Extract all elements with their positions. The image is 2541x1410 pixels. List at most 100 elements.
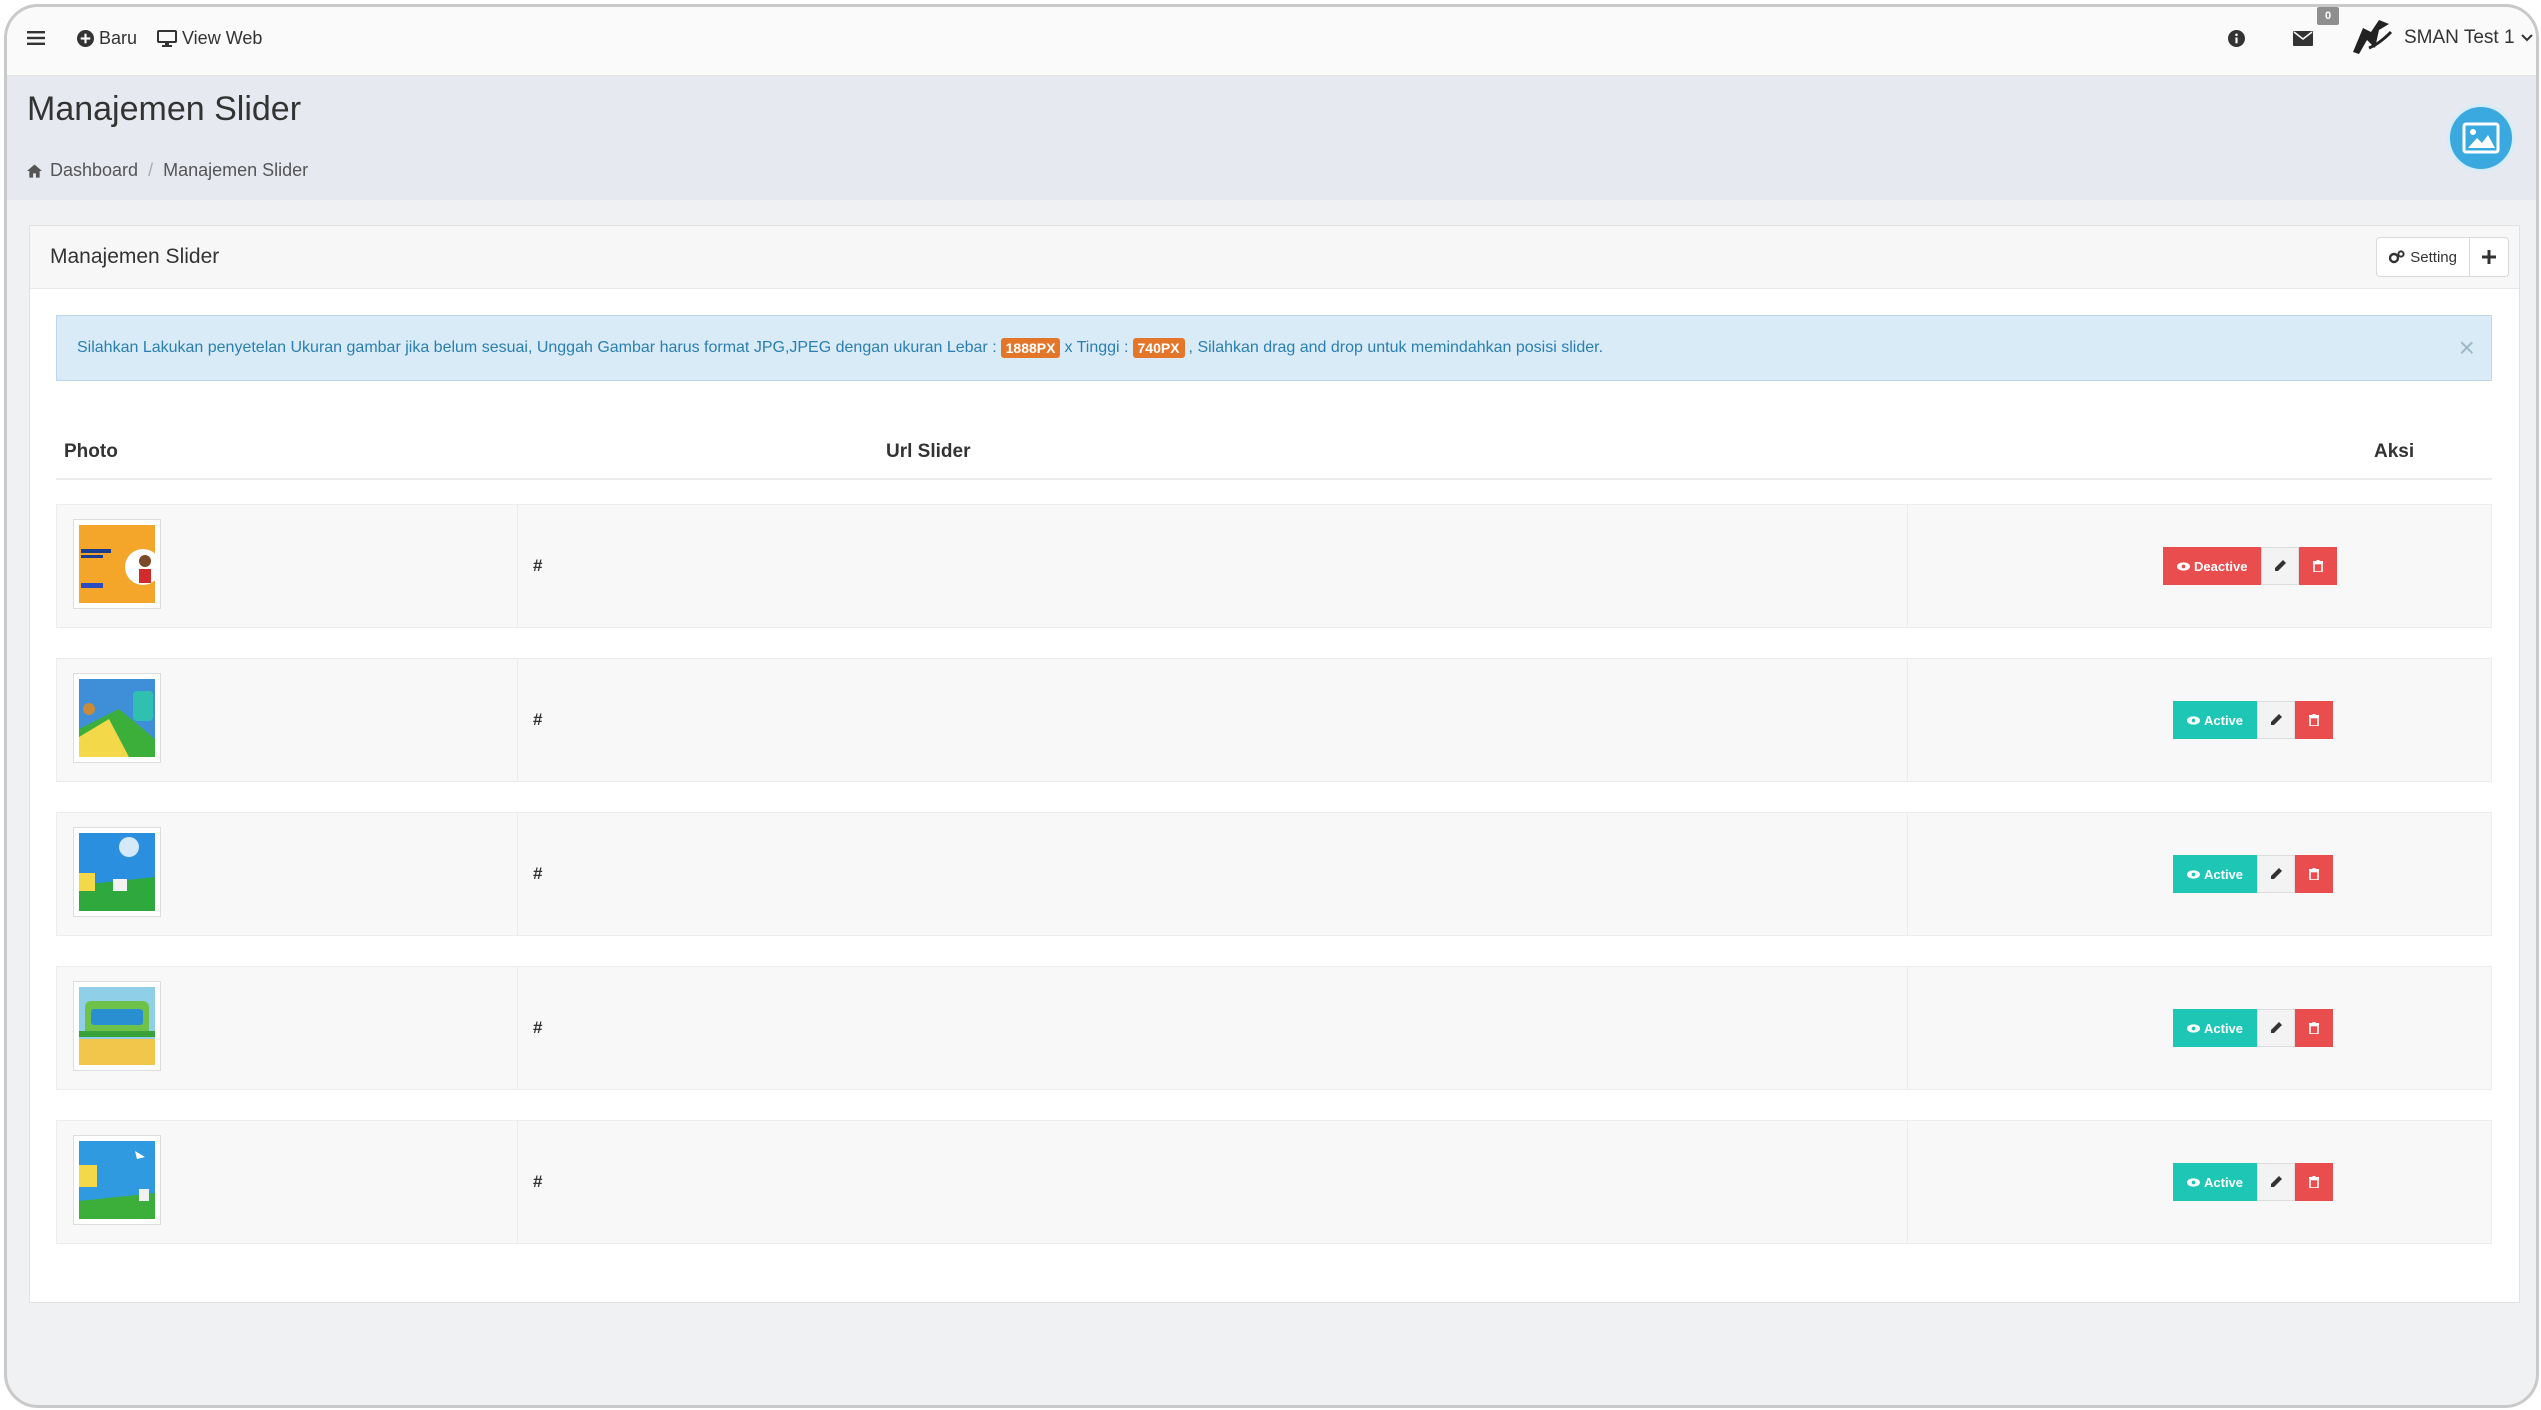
edit-button[interactable]: [2257, 855, 2296, 893]
table-row[interactable]: # Active: [56, 812, 2492, 936]
photo-cell: [57, 1121, 518, 1243]
slider-url: #: [533, 710, 543, 729]
setting-label: Setting: [2410, 248, 2457, 266]
top-navbar: Baru View Web 0 SMAN Test 1: [7, 7, 2536, 76]
row-actions: Active: [2173, 855, 2334, 893]
row-actions: Active: [2173, 1009, 2334, 1047]
delete-button[interactable]: [2295, 701, 2334, 739]
edit-button[interactable]: [2257, 701, 2296, 739]
trash-icon: [2309, 868, 2320, 880]
active-button[interactable]: Active: [2173, 1009, 2258, 1047]
actions-cell: Active: [1907, 813, 2493, 935]
deactive-button[interactable]: Deactive: [2163, 547, 2262, 585]
slider-thumbnail[interactable]: [73, 1135, 161, 1225]
table-row[interactable]: # Deactive: [56, 504, 2492, 628]
url-cell: #: [517, 813, 1908, 935]
active-button[interactable]: Active: [2173, 1163, 2258, 1201]
breadcrumb-dashboard-link[interactable]: Dashboard: [50, 160, 138, 181]
row-actions: Active: [2173, 1163, 2334, 1201]
setting-button[interactable]: Setting: [2376, 237, 2470, 277]
eye-icon: [2187, 1177, 2200, 1187]
slider-url: #: [533, 556, 543, 575]
slider-image: [79, 987, 155, 1065]
pencil-icon: [2271, 714, 2283, 725]
user-avatar[interactable]: [2349, 7, 2395, 69]
delete-button[interactable]: [2295, 855, 2334, 893]
photo-cell: [57, 813, 518, 935]
messages-button[interactable]: [2293, 7, 2313, 69]
new-button-label: Baru: [99, 27, 138, 48]
status-label: Active: [2204, 866, 2244, 882]
page-title: Manajemen Slider: [27, 90, 302, 128]
breadcrumb: Dashboard / Manajemen Slider: [27, 160, 308, 181]
delete-button[interactable]: [2295, 1009, 2334, 1047]
slider-thumbnail[interactable]: [73, 519, 161, 609]
picture-icon: [2462, 122, 2500, 154]
column-header-aksi: Aksi: [2374, 441, 2415, 462]
url-cell: #: [517, 505, 1908, 627]
app-window: Baru View Web 0 SMAN Test 1 Manajemen Sl…: [4, 4, 2539, 1408]
slider-thumbnail[interactable]: [73, 827, 161, 917]
row-actions: Active: [2173, 701, 2334, 739]
eye-icon: [2187, 715, 2200, 725]
actions-cell: Deactive: [1907, 505, 2493, 627]
menu-toggle-button[interactable]: [27, 7, 45, 69]
eye-icon: [2187, 869, 2200, 879]
page-image-icon: [2447, 104, 2515, 172]
user-menu-dropdown[interactable]: SMAN Test 1: [2404, 7, 2533, 69]
desktop-icon: [157, 29, 177, 47]
slider-thumbnail[interactable]: [73, 981, 161, 1071]
edit-button[interactable]: [2257, 1009, 2296, 1047]
active-button[interactable]: Active: [2173, 701, 2258, 739]
chevron-down-icon: [2520, 34, 2533, 42]
trash-icon: [2313, 560, 2324, 572]
column-header-photo: Photo: [64, 441, 118, 462]
delete-button[interactable]: [2295, 1163, 2334, 1201]
alert-close-button[interactable]: ×: [2459, 334, 2475, 362]
status-label: Active: [2204, 1020, 2244, 1036]
table-row[interactable]: # Active: [56, 966, 2492, 1090]
edit-button[interactable]: [2257, 1163, 2296, 1201]
panel-actions: Setting: [2376, 237, 2509, 277]
photo-cell: [57, 505, 518, 627]
trash-icon: [2309, 1022, 2320, 1034]
slider-url: #: [533, 1172, 543, 1191]
url-cell: #: [517, 967, 1908, 1089]
hamburger-icon: [27, 31, 45, 45]
slider-image: [79, 679, 155, 757]
info-button[interactable]: [2228, 7, 2245, 69]
slider-url: #: [533, 1018, 543, 1037]
eye-icon: [2177, 561, 2190, 571]
info-alert: Silahkan Lakukan penyetelan Ukuran gamba…: [56, 315, 2492, 381]
actions-cell: Active: [1907, 967, 2493, 1089]
pencil-icon: [2271, 1022, 2283, 1033]
user-logo-icon: [2353, 20, 2393, 54]
gears-icon: [2389, 250, 2405, 264]
panel-title: Manajemen Slider: [50, 245, 220, 268]
page-header: Manajemen Slider Dashboard / Manajemen S…: [7, 76, 2536, 200]
edit-button[interactable]: [2261, 547, 2300, 585]
table-row[interactable]: # Active: [56, 658, 2492, 782]
pencil-icon: [2271, 1176, 2283, 1187]
eye-icon: [2187, 1023, 2200, 1033]
panel-header: Manajemen Slider Setting: [30, 226, 2519, 289]
row-actions: Deactive: [2163, 547, 2338, 585]
plus-icon: [2482, 250, 2496, 264]
view-web-button[interactable]: View Web: [157, 7, 262, 69]
table-row[interactable]: # Active: [56, 1120, 2492, 1244]
messages-count-badge: 0: [2317, 7, 2339, 25]
status-label: Active: [2204, 712, 2244, 728]
envelope-icon: [2293, 30, 2313, 46]
alert-text-after: , Silahkan drag and drop untuk memindahk…: [1188, 339, 1604, 356]
new-button[interactable]: Baru: [77, 7, 137, 69]
slider-thumbnail[interactable]: [73, 673, 161, 763]
breadcrumb-current: Manajemen Slider: [163, 160, 309, 180]
active-button[interactable]: Active: [2173, 855, 2258, 893]
photo-cell: [57, 967, 518, 1089]
delete-button[interactable]: [2299, 547, 2338, 585]
add-slider-button[interactable]: [2470, 237, 2509, 277]
slider-image: [79, 833, 155, 911]
breadcrumb-separator: /: [148, 160, 154, 180]
home-icon: [27, 163, 42, 178]
alert-text-middle: x Tinggi :: [1064, 339, 1129, 356]
